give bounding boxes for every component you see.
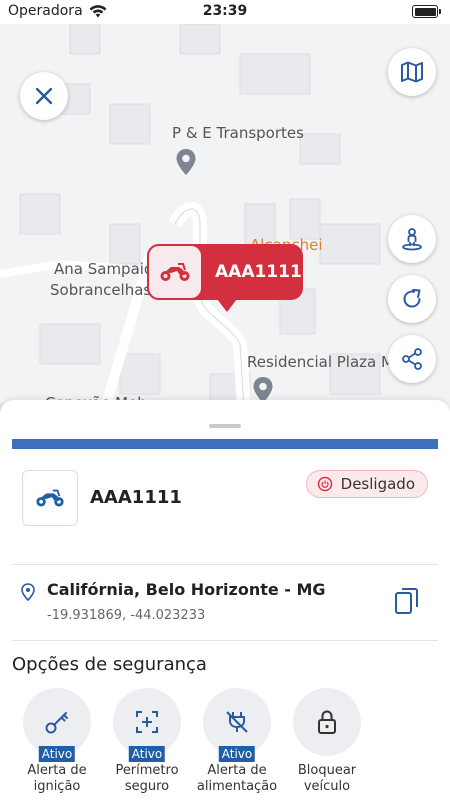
motorcycle-icon (36, 489, 64, 507)
share-icon (402, 348, 422, 370)
refresh-icon (403, 289, 421, 308)
ignition-alert-option[interactable]: Ativo Alerta de ignição (12, 688, 102, 795)
block-vehicle-option[interactable]: Bloquear veículo (282, 688, 372, 795)
plug-off-icon (226, 711, 248, 733)
divider (12, 564, 438, 565)
motorcycle-icon (160, 263, 190, 281)
clock: 23:39 (202, 3, 248, 19)
map-label-residencial: Residencial Plaza M (247, 353, 394, 371)
status-bar: Operadora 23:39 (0, 0, 450, 24)
active-badge: Ativo (38, 746, 76, 762)
map-label-ana-line2: Sobrancelhas (50, 281, 152, 299)
status-text: Desligado (340, 475, 415, 493)
street-view-button[interactable] (388, 215, 436, 263)
battery-icon (412, 5, 441, 18)
share-button[interactable] (388, 335, 436, 383)
location-pin-icon (21, 583, 35, 601)
vehicle-map-marker[interactable]: AAA1111 (147, 244, 303, 312)
option-label: Alerta de alimentação (196, 763, 278, 794)
vehicle-row: AAA1111 Desligado (0, 456, 450, 564)
perimeter-icon (136, 711, 158, 733)
vehicle-icon-box (22, 470, 78, 526)
close-button[interactable] (20, 72, 68, 120)
map-label-transportes: P & E Transportes (172, 124, 304, 142)
key-icon (45, 712, 68, 734)
marker-plate: AAA1111 (215, 262, 302, 282)
map[interactable]: P & E Transportes Alcançhei Ana Sampaio … (0, 24, 450, 424)
lock-icon (318, 710, 336, 734)
refresh-button[interactable] (388, 275, 436, 323)
option-label: Bloquear veículo (297, 763, 357, 794)
map-pin-icon (176, 149, 196, 175)
power-alert-option[interactable]: Ativo Alerta de alimentação (192, 688, 282, 795)
street-view-icon (402, 228, 422, 251)
map-label-ana-line1: Ana Sampaio (54, 260, 154, 278)
option-label: Alerta de ignição (27, 763, 87, 794)
close-icon (35, 87, 53, 105)
option-label: Perímetro seguro (115, 763, 179, 794)
address-row: Califórnia, Belo Horizonte - MG -19.9318… (0, 566, 450, 640)
progress-fill (12, 439, 438, 449)
vehicle-details-sheet: AAA1111 Desligado Califórnia, Belo Horiz… (0, 400, 450, 800)
address-coordinates: -19.931869, -44.023233 (47, 608, 206, 623)
option-circle: Ativo (113, 688, 181, 762)
option-circle: Ativo (23, 688, 91, 762)
status-badge: Desligado (305, 470, 428, 498)
active-badge: Ativo (128, 746, 166, 762)
copy-icon[interactable] (394, 586, 420, 616)
drag-handle[interactable] (209, 424, 241, 428)
divider (12, 640, 438, 641)
power-icon (317, 476, 332, 492)
map-type-button[interactable] (388, 48, 436, 96)
map-icon (401, 61, 423, 83)
address-title: Califórnia, Belo Horizonte - MG (47, 580, 326, 599)
progress-bar (12, 439, 438, 449)
vehicle-plate: AAA1111 (90, 487, 182, 508)
active-badge: Ativo (218, 746, 256, 762)
marker-icon-box (147, 244, 203, 300)
security-options-title: Opções de segurança (12, 654, 207, 675)
safe-perimeter-option[interactable]: Ativo Perímetro seguro (102, 688, 192, 795)
option-circle: Ativo (203, 688, 271, 762)
security-options: Ativo Alerta de ignição Ativo Perímetro … (0, 688, 450, 800)
option-circle (293, 688, 361, 756)
